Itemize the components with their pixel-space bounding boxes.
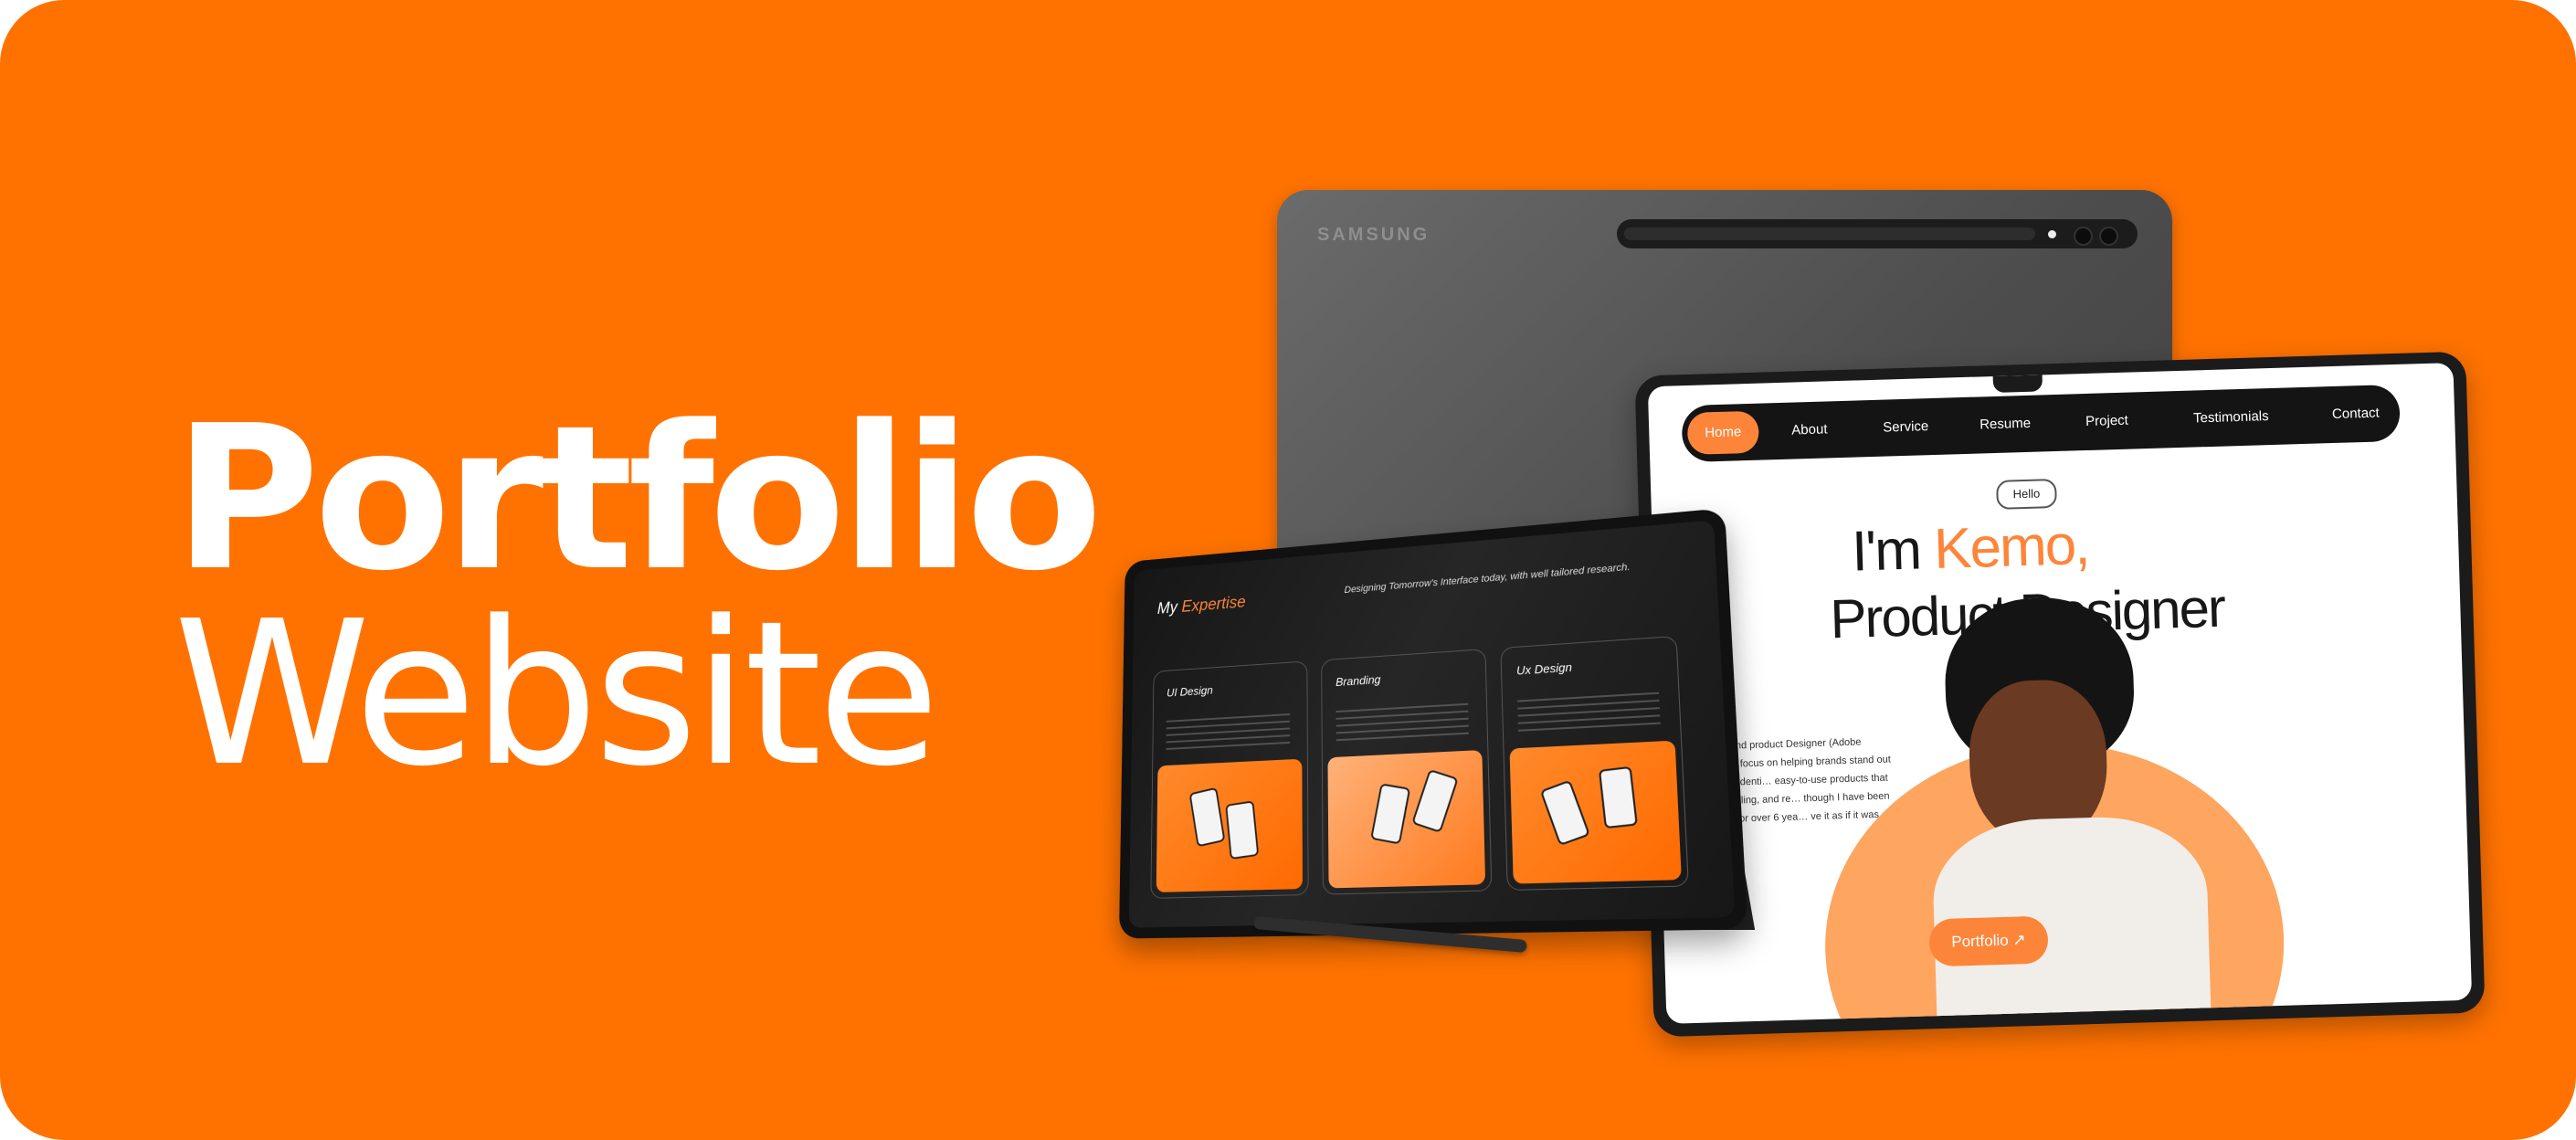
portfolio-home-screen: Home About Service Resume Project Testim… bbox=[1648, 363, 2472, 1024]
stylus-icon bbox=[1624, 227, 2035, 240]
expertise-screen: My Expertise Designing Tomorrow's Interf… bbox=[1129, 520, 1736, 927]
hero-line1: I'm Kemo, bbox=[1851, 512, 2089, 585]
card-image bbox=[1509, 741, 1681, 884]
left-tablet: My Expertise Designing Tomorrow's Interf… bbox=[1119, 508, 1748, 938]
headline: Portfolio Website bbox=[174, 402, 1097, 792]
headline-line1: Portfolio bbox=[174, 402, 1097, 597]
nav-testimonials[interactable]: Testimonials bbox=[2193, 408, 2269, 426]
portfolio-button[interactable]: Portfolio ↗ bbox=[1928, 916, 2048, 967]
nav-contact[interactable]: Contact bbox=[2332, 405, 2380, 422]
phone-icon bbox=[1599, 766, 1638, 829]
card-description bbox=[1166, 713, 1290, 755]
nav-service[interactable]: Service bbox=[1883, 418, 1929, 435]
nav-project[interactable]: Project bbox=[2085, 413, 2128, 429]
card-description bbox=[1517, 692, 1661, 737]
camera-notch bbox=[1993, 375, 2043, 393]
nav-home[interactable]: Home bbox=[1687, 411, 1759, 455]
phone-icon bbox=[1189, 787, 1226, 848]
hello-badge: Hello bbox=[1996, 479, 2057, 510]
headline-line2: Website bbox=[174, 597, 1097, 793]
camera-icon bbox=[2099, 227, 2118, 246]
nav-resume[interactable]: Resume bbox=[1980, 416, 2031, 433]
site-nav: Home About Service Resume Project Testim… bbox=[1681, 385, 2400, 462]
card-ux-design[interactable]: Ux Design bbox=[1500, 636, 1689, 891]
hero-name: Kemo, bbox=[1933, 513, 2089, 581]
card-ui-design[interactable]: UI Design bbox=[1150, 660, 1308, 899]
phone-icon bbox=[1370, 783, 1410, 844]
card-image bbox=[1327, 750, 1485, 888]
phone-icon bbox=[1225, 800, 1259, 860]
phone-icon bbox=[1540, 780, 1590, 847]
card-image bbox=[1156, 759, 1303, 892]
expertise-title: My Expertise bbox=[1157, 593, 1246, 618]
expertise-subtitle: Designing Tomorrow's Interface today, wi… bbox=[1345, 562, 1631, 596]
nav-about[interactable]: About bbox=[1791, 421, 1828, 438]
right-tablet: Home About Service Resume Project Testim… bbox=[1634, 352, 2485, 1038]
flash-icon bbox=[2048, 230, 2056, 238]
card-description bbox=[1336, 703, 1469, 746]
tablet-brand: SAMSUNG bbox=[1317, 225, 1430, 246]
phone-icon bbox=[1411, 769, 1459, 833]
banner: Portfolio Website SAMSUNG Home About Ser… bbox=[0, 0, 2576, 1140]
pen-slot bbox=[1617, 219, 2138, 248]
camera-icon bbox=[2074, 227, 2093, 246]
card-branding[interactable]: Branding bbox=[1321, 649, 1492, 895]
